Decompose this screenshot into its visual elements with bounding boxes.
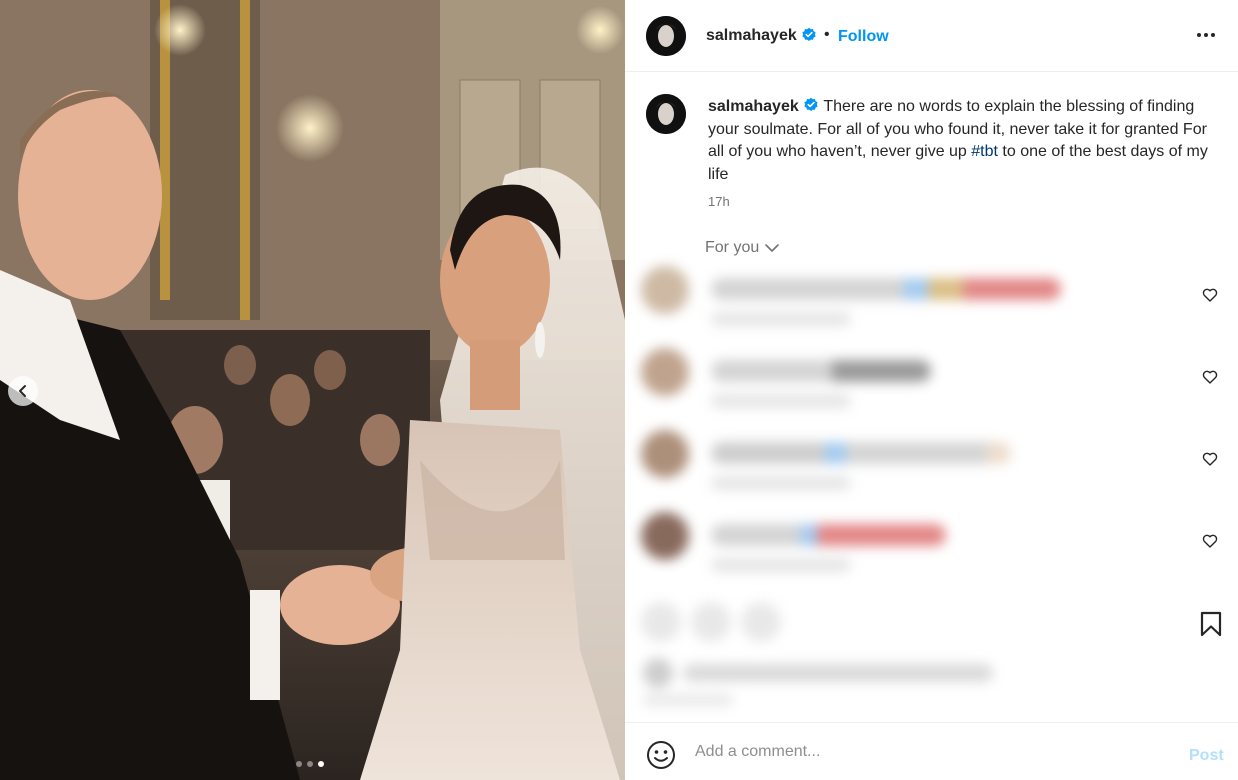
avatar[interactable]	[646, 16, 686, 56]
post-button[interactable]: Post	[1189, 747, 1224, 765]
blurred-comments	[633, 262, 1238, 712]
carousel-dot	[307, 761, 313, 767]
comment-text	[711, 278, 1061, 300]
follow-button[interactable]: Follow	[838, 28, 889, 46]
bookmark-icon[interactable]	[1198, 611, 1224, 637]
chevron-left-icon	[19, 385, 26, 397]
blurred-action	[741, 602, 781, 642]
comment-avatar	[641, 430, 689, 478]
comment-row	[633, 508, 1238, 590]
carousel-prev-button[interactable]	[8, 376, 38, 406]
emoji-icon[interactable]	[646, 740, 676, 770]
blurred-date	[643, 694, 733, 706]
heart-icon[interactable]	[1202, 287, 1218, 303]
username[interactable]: salmahayek	[706, 27, 797, 45]
blurred-action	[641, 602, 681, 642]
heart-icon[interactable]	[1202, 451, 1218, 467]
comment-text	[711, 524, 946, 546]
comment-meta	[711, 558, 851, 572]
chevron-down-icon	[765, 244, 780, 252]
comment-avatar	[641, 348, 689, 396]
avatar[interactable]	[646, 94, 686, 134]
comment-list	[633, 262, 1238, 712]
wedding-photo	[0, 0, 625, 780]
comment-sort-dropdown[interactable]: For you	[705, 239, 780, 257]
comment-row	[633, 262, 1238, 344]
comment-avatar	[641, 512, 689, 560]
comment-meta	[711, 476, 851, 490]
comment-meta	[711, 312, 851, 326]
profile-photo	[646, 94, 686, 134]
carousel-dot	[296, 761, 302, 767]
caption-username[interactable]: salmahayek	[708, 98, 799, 115]
comment-row	[633, 426, 1238, 508]
comment-composer: Post	[625, 722, 1238, 780]
profile-photo	[646, 16, 686, 56]
heart-icon[interactable]	[1202, 533, 1218, 549]
more-options-icon[interactable]	[1197, 33, 1215, 37]
carousel-dot-active	[318, 761, 324, 767]
separator-dot: •	[824, 26, 830, 43]
caption-text: salmahayek There are no words to explain…	[708, 96, 1218, 186]
blurred-action	[691, 602, 731, 642]
blurred-likes	[683, 664, 993, 682]
comment-meta	[711, 394, 851, 408]
blurred-avatar	[643, 658, 673, 688]
post-media[interactable]	[0, 0, 625, 780]
heart-icon[interactable]	[1202, 369, 1218, 385]
carousel-indicator	[296, 761, 324, 767]
comment-avatar	[641, 266, 689, 314]
comment-input[interactable]	[695, 741, 1165, 763]
comment-row	[633, 344, 1238, 426]
comment-text	[711, 442, 1011, 464]
verified-badge-icon	[802, 27, 816, 41]
comment-sort-label: For you	[705, 239, 760, 256]
post-timestamp[interactable]: 17h	[708, 194, 730, 209]
post-details-panel: salmahayek • Follow salmahayek There are	[625, 0, 1238, 780]
hashtag-link[interactable]: #tbt	[971, 143, 998, 160]
post-header: salmahayek • Follow	[625, 0, 1238, 72]
comment-text	[711, 360, 931, 382]
verified-badge-icon	[804, 97, 818, 111]
